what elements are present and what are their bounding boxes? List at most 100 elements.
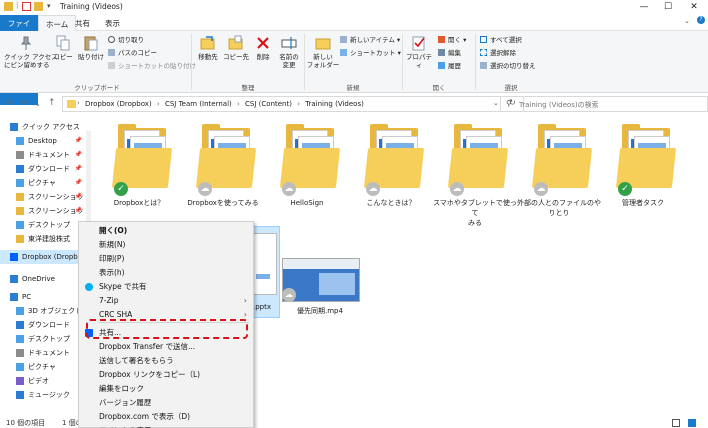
sidebar-item-label: デスクトップ [28,221,70,229]
folder-item[interactable]: ✓ Dropboxとは？ [96,118,182,208]
cloud-status-icon: ☁ [366,182,380,196]
crumb-csj-team[interactable]: CSJ Team (Internal) [165,100,232,108]
edit-button[interactable]: 編集 [438,49,461,58]
sidebar-item[interactable]: スクリーンショット 📌 [0,204,96,218]
sidebar-item-label: ピクチャ [28,363,56,371]
details-view-icon[interactable] [672,419,680,427]
paste-button[interactable]: 貼り付け [76,35,106,61]
crumb-csj-content[interactable]: CSJ (Content) [245,100,292,108]
menu-item[interactable]: 編集をロック [79,382,253,395]
sidebar-item[interactable]: スクリーンショット 📌 [0,190,96,204]
shortcut-button[interactable]: ショートカット ▾ [340,49,401,58]
copy-to-button[interactable]: コピー先 [222,35,250,61]
cloud-status-icon: ☁ [282,288,296,302]
menu-item[interactable]: 表示(h) [79,266,253,279]
open-button[interactable]: 開く ▾ [438,36,466,45]
folder-item[interactable]: ☁ こんなときは？ [348,118,434,208]
quick-access-chevron-icon[interactable]: ▾ [47,2,51,10]
menu-item[interactable]: 新規(N) [79,238,253,251]
history-button[interactable]: 履歴 [438,62,461,71]
pin-icon: 📌 [74,207,82,214]
new-folder-icon [315,38,331,50]
menu-item[interactable]: コメントを表示 [79,424,253,428]
recent-chevron-icon[interactable]: ⌄ [35,100,41,108]
ribbon-collapse-icon[interactable]: ⌄ [684,17,690,25]
pin-icon: 📌 [74,151,82,158]
invert-selection-button[interactable]: 選択の切り替え [480,62,536,71]
menu-item[interactable]: 7-Zip › [79,294,253,307]
tab-view[interactable]: 表示 [98,15,127,31]
folder-item[interactable]: ✓ 管理者タスク [600,118,686,208]
address-bar[interactable]: › Dropbox (Dropbox) › CSJ Team (Internal… [62,96,524,112]
folder-item[interactable]: ☁ スマホやタブレットで使って みる [432,118,518,227]
menu-item[interactable]: 印刷(P) [79,252,253,265]
new-item-icon [340,36,347,43]
move-to-button[interactable]: 移動先 [194,35,222,61]
forward-icon[interactable]: → [20,98,28,108]
paste-icon [84,36,98,51]
help-icon[interactable]: ? [697,16,705,24]
folder-icon [16,193,24,201]
menu-item-label: 編集をロック [99,384,144,393]
sidebar-item[interactable]: ピクチャ 📌 [0,176,96,190]
copy-path-button[interactable]: パスのコピー [108,49,157,58]
menu-item[interactable]: Dropbox.com で表示（D) [79,410,253,423]
folder-item[interactable]: ☁ Dropboxを使ってみる [180,118,266,208]
folder-item[interactable]: ☁ 外部の人とのファイルのや りとり [516,118,602,217]
select-all-button[interactable]: すべて選択 [480,36,522,45]
menu-item[interactable]: Dropbox Transfer で送信... [79,340,253,353]
menu-item-label: Dropbox Transfer で送信... [99,342,196,351]
thumbnail-window [319,273,355,295]
window-title: Training (Videos) [60,2,123,11]
new-item-button[interactable]: 新しいアイテム ▾ [340,36,400,45]
tab-share[interactable]: 共有 [68,15,97,31]
close-button[interactable]: ✕ [682,0,706,14]
folder-item[interactable]: ☁ HelloSign [264,118,350,208]
menu-item[interactable]: Dropbox リンクをコピー（L) [79,368,253,381]
properties-button[interactable]: プロパティ [404,35,434,69]
sidebar-item[interactable]: ドキュメント 📌 [0,148,96,162]
open-label: 開く [448,36,461,44]
menu-item[interactable]: 開く(O) [79,224,253,237]
folder-icon [4,2,13,11]
pin-icon: 📌 [74,179,82,186]
sidebar-item-label: 3D オブジェクト [28,307,83,315]
sidebar-item[interactable]: ダウンロード 📌 [0,162,96,176]
invert-selection-icon [480,62,487,69]
menu-item[interactable]: Skype で共有 [79,280,253,293]
select-none-button[interactable]: 選択解除 [480,49,516,58]
thumbnail-strip [256,274,270,279]
search-box[interactable]: ⚲ Training (Videos)の検索 [500,96,708,112]
address-dropdown-icon[interactable]: ⌄ [493,99,499,107]
folder-label: 管理者タスク [622,199,664,207]
sidebar-item[interactable]: クイック アクセス [0,120,96,134]
maximize-button[interactable]: ☐ [656,0,680,14]
minimize-button[interactable]: — [632,0,656,14]
video-file-item[interactable]: ☁ 優先同期.mp4 [280,254,360,318]
shortcut-icon [340,49,347,56]
rename-label: 名前の 変更 [279,53,299,69]
pin-quick-access-button[interactable]: クイック アクセス にピン留めする [4,35,58,69]
new-folder-icon[interactable] [34,2,43,11]
folder-icon [16,235,24,243]
sidebar-item-label: ビデオ [28,377,49,385]
new-folder-button[interactable]: 新しい フォルダー [306,35,340,69]
paste-shortcut-button[interactable]: ショートカットの貼り付け [108,62,196,71]
search-input[interactable]: Training (Videos)の検索 [519,100,599,110]
delete-button[interactable]: 削除 [252,35,274,61]
crumb-dropbox[interactable]: Dropbox (Dropbox) [85,100,152,108]
back-icon[interactable]: ← [6,98,14,108]
history-label: 履歴 [448,62,461,70]
large-icons-view-icon[interactable] [688,419,696,427]
rename-button[interactable]: 名前の 変更 [276,35,302,69]
properties-icon[interactable] [22,2,31,11]
thumbnail-toolbar [283,259,359,269]
copy-button[interactable]: コピー [50,35,76,61]
up-icon[interactable]: ↑ [48,98,56,108]
menu-item[interactable]: 送信して署名をもらう [79,354,253,367]
sidebar-item[interactable]: Desktop 📌 [0,134,96,148]
menu-item[interactable]: バージョン履歴 [79,396,253,409]
download-icon [16,165,24,173]
crumb-training-videos[interactable]: Training (Videos) [305,100,364,108]
cut-button[interactable]: 切り取り [108,36,144,45]
